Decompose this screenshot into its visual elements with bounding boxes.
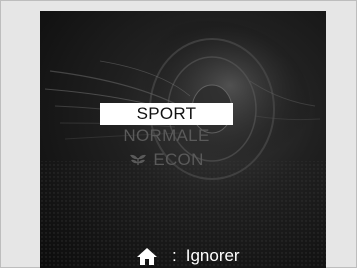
mode-option-label: ECON — [153, 150, 204, 169]
mode-option-normal[interactable]: NORMALE — [100, 125, 233, 147]
footer-hint: : Ignorer — [136, 244, 240, 268]
eco-leaf-icon — [130, 154, 147, 165]
footer-separator: : — [172, 246, 177, 265]
display-screen: SPORT NORMALE ECON : Ignorer — [40, 11, 326, 268]
mode-option-label: SPORT — [136, 104, 197, 123]
footer-ignore-label: Ignorer — [185, 246, 240, 265]
mode-option-label: NORMALE — [123, 126, 210, 145]
mode-option-sport[interactable]: SPORT — [100, 103, 233, 125]
home-icon[interactable] — [136, 247, 158, 266]
mode-option-econ[interactable]: ECON — [100, 149, 233, 171]
